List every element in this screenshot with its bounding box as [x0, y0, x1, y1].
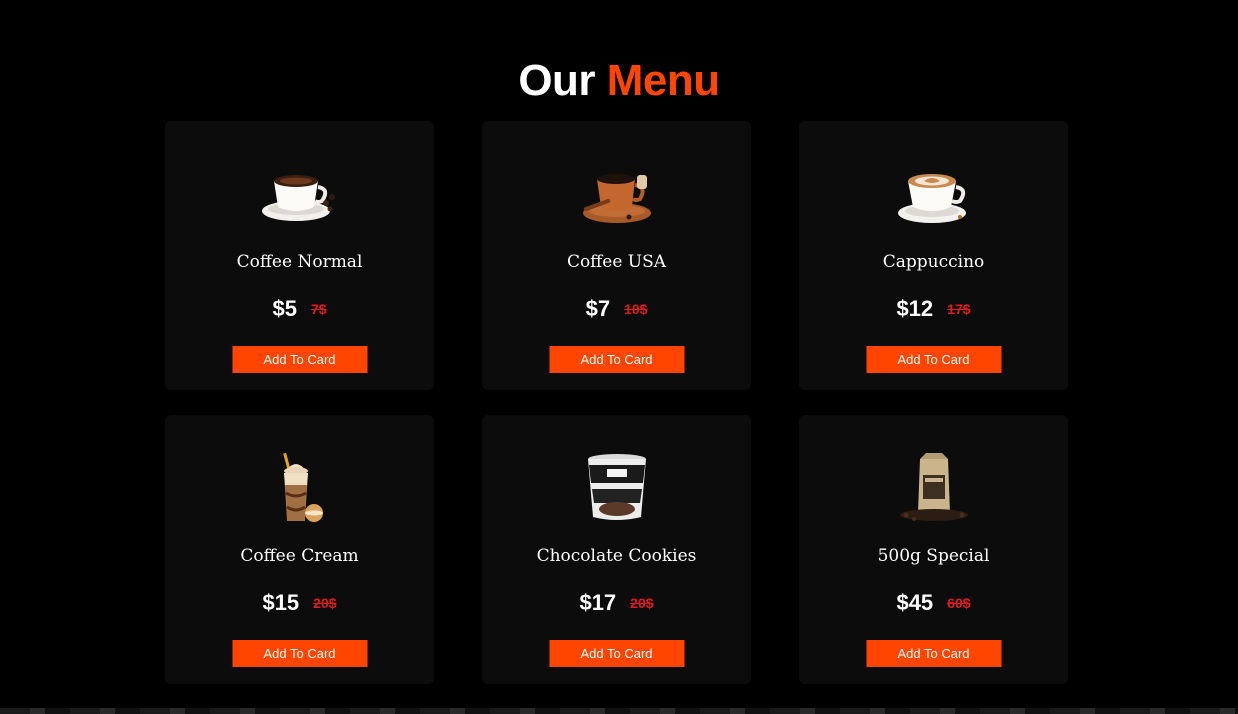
coffee-cup-icon: [260, 159, 340, 229]
menu-page: Our Menu Coffee Normal $5 7$ Add To Card…: [0, 0, 1238, 714]
add-to-card-button[interactable]: Add To Card: [549, 640, 684, 667]
item-name: Coffee Cream: [240, 546, 359, 566]
add-to-card-button[interactable]: Add To Card: [866, 640, 1001, 667]
add-to-card-button[interactable]: Add To Card: [866, 346, 1001, 373]
coffee-bag-icon: [894, 453, 974, 523]
clay-coffee-cup-icon: [577, 159, 657, 229]
menu-card: Coffee Normal $5 7$ Add To Card: [165, 121, 434, 390]
item-old-price: 60$: [947, 595, 971, 611]
item-price: $5: [272, 296, 297, 321]
menu-card: Coffee Cream $15 20$ Add To Card: [165, 415, 434, 684]
add-to-card-button[interactable]: Add To Card: [549, 346, 684, 373]
menu-card: Chocolate Cookies $17 20$ Add To Card: [482, 415, 751, 684]
item-name: Coffee USA: [566, 252, 667, 272]
item-name: Cappuccino: [882, 252, 985, 272]
price-row: $12 17$: [799, 295, 1068, 323]
menu-card: Cappuccino $12 17$ Add To Card: [799, 121, 1068, 390]
price-row: $7 10$: [482, 295, 751, 323]
item-price: $7: [585, 296, 611, 321]
menu-grid: Coffee Normal $5 7$ Add To Card Coffee U…: [165, 121, 1068, 684]
cappuccino-cup-icon: [894, 159, 974, 229]
item-old-price: 20$: [630, 595, 654, 611]
title-word-menu: Menu: [606, 56, 720, 106]
price-row: $45 60$: [799, 589, 1068, 617]
item-old-price: 7$: [310, 301, 327, 317]
add-to-card-button[interactable]: Add To Card: [232, 640, 367, 667]
item-name: 500g Special: [877, 546, 990, 566]
item-name: Coffee Normal: [236, 252, 363, 272]
menu-card: Coffee USA $7 10$ Add To Card: [482, 121, 751, 390]
menu-card: 500g Special $45 60$ Add To Card: [799, 415, 1068, 684]
page-title: Our Menu: [0, 55, 1238, 107]
add-to-card-button[interactable]: Add To Card: [232, 346, 367, 373]
iced-coffee-glass-icon: [260, 453, 340, 523]
item-old-price: 10$: [624, 301, 648, 317]
item-price: $17: [579, 590, 617, 615]
item-old-price: 20$: [313, 595, 337, 611]
ice-cream-tub-icon: [577, 453, 657, 523]
item-name: Chocolate Cookies: [536, 546, 697, 566]
price-row: $15 20$: [165, 589, 434, 617]
background-texture-strip: [0, 708, 1238, 714]
item-price: $15: [262, 590, 300, 615]
item-old-price: 17$: [947, 301, 971, 317]
price-row: $17 20$: [482, 589, 751, 617]
title-word-our: Our: [518, 56, 596, 106]
price-row: $5 7$: [165, 295, 434, 323]
item-price: $45: [896, 590, 934, 615]
item-price: $12: [896, 296, 934, 321]
